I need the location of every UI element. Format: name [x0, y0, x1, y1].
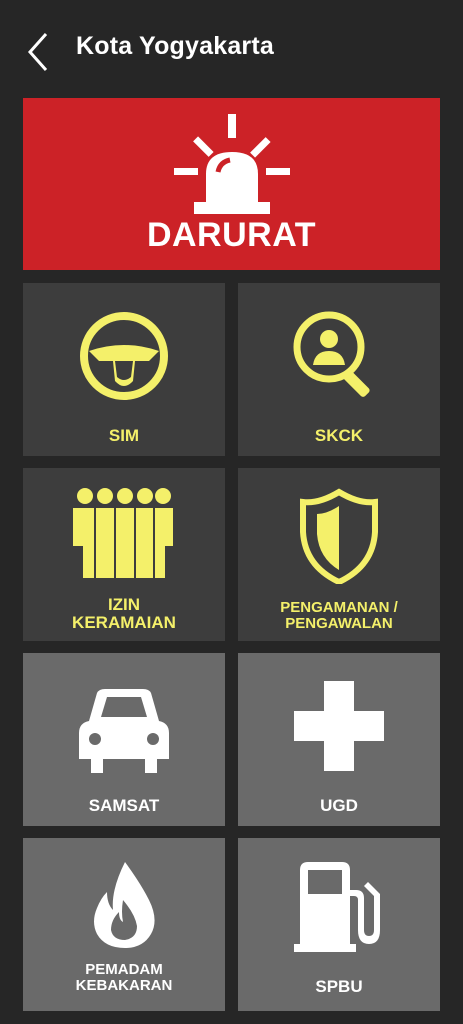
flame-icon [94, 862, 155, 948]
tile-pengamanan-label-line2: PENGAWALAN [285, 614, 393, 632]
person-search-icon [293, 311, 370, 397]
shield-icon [300, 488, 378, 584]
tile-spbu[interactable]: SPBU [238, 838, 440, 1011]
emergency-label: DARURAT [146, 216, 317, 254]
tile-izin-keramaian-label: IZIN KERAMAIAN [23, 596, 225, 632]
tile-izin-keramaian[interactable]: IZIN KERAMAIAN [23, 468, 225, 641]
tile-pemadam-label-line2: KEBAKARAN [75, 976, 173, 994]
fuel-pump-icon [294, 862, 380, 952]
crowd-icon [73, 488, 173, 578]
back-button[interactable] [22, 30, 62, 74]
tile-pemadam-kebakaran[interactable]: PEMADAM KEBAKARAN [23, 838, 225, 1011]
siren-icon [173, 114, 290, 214]
tile-pengamanan-label: PENGAMANAN / PENGAWALAN [238, 600, 440, 632]
tile-skck-label: SKCK [314, 426, 364, 445]
tile-pemadam-label: PEMADAM KEBAKARAN [23, 962, 225, 994]
tile-izin-label-line2: KERAMAIAN [72, 612, 176, 632]
tile-ugd[interactable]: UGD [238, 653, 440, 826]
tile-spbu-label: SPBU [315, 977, 363, 996]
tile-pemadam-label-line1: PEMADAM [85, 961, 163, 978]
steering-wheel-icon [80, 312, 168, 400]
emergency-button[interactable]: DARURAT [23, 98, 440, 270]
tile-pengamanan-label-line1: PENGAMANAN / [280, 599, 398, 616]
tile-izin-label-line1: IZIN [107, 595, 141, 614]
tile-ugd-label: UGD [320, 796, 358, 815]
tile-skck[interactable]: SKCK [238, 283, 440, 456]
page-title: Kota Yogyakarta [76, 32, 274, 60]
tile-sim[interactable]: SIM [23, 283, 225, 456]
car-icon [79, 689, 169, 773]
tile-samsat[interactable]: SAMSAT [23, 653, 225, 826]
tile-samsat-label: SAMSAT [88, 796, 160, 815]
app-header: Kota Yogyakarta [0, 0, 463, 98]
tile-sim-label: SIM [108, 426, 140, 445]
chevron-left-icon [27, 33, 48, 71]
medical-cross-icon [294, 681, 384, 771]
tile-pengamanan[interactable]: PENGAMANAN / PENGAWALAN [238, 468, 440, 641]
